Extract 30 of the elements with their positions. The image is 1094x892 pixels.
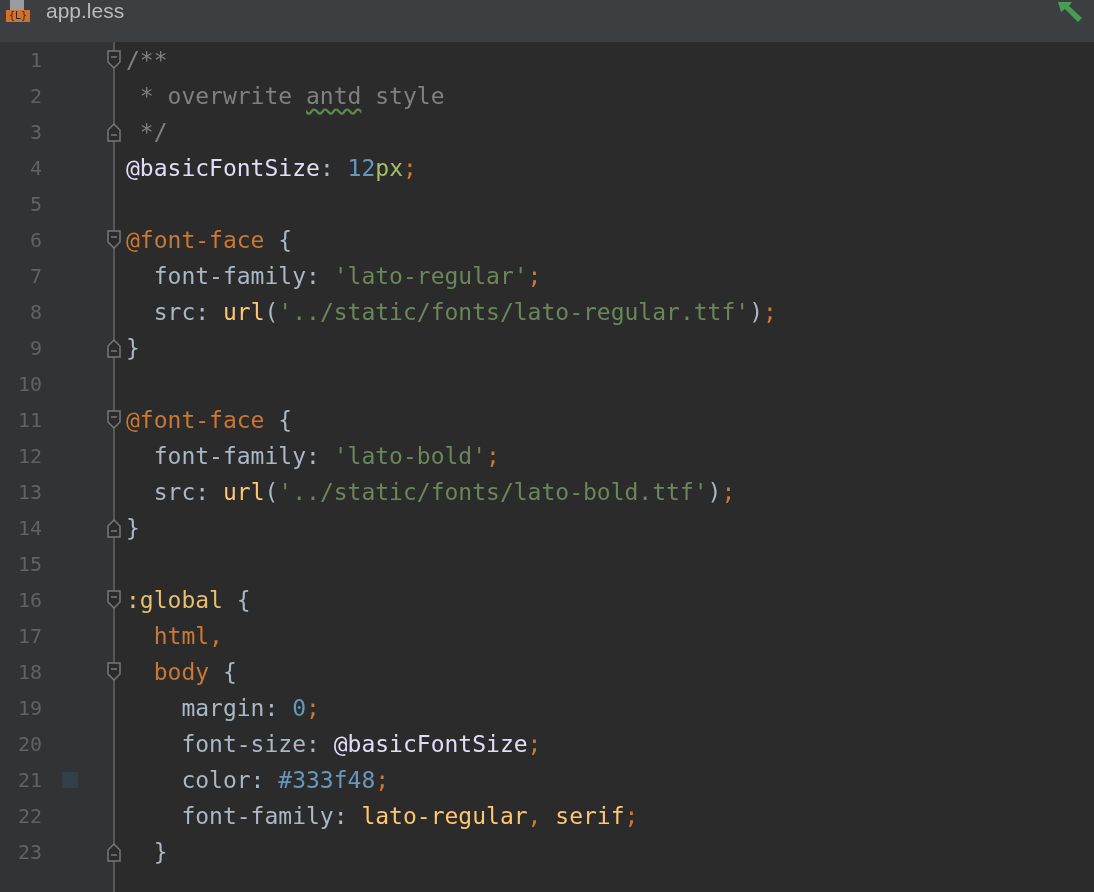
code-line: color: #333f48; [180,766,390,795]
code-line: */ [138,118,168,147]
fold-marker-icon[interactable] [107,661,121,683]
code-line: font-family: 'lato-bold'; [152,442,500,471]
code-line: margin: 0; [180,694,320,723]
code-line: @basicFontSize: 12px; [126,154,417,183]
fold-marker-icon[interactable] [107,589,121,611]
file-tab[interactable]: app.less [46,0,125,22]
code-line: } [126,334,140,363]
code-line: } [152,838,168,867]
code-line: @font-face { [126,226,293,255]
code-line: /** [126,46,168,75]
code-line: font-family: lato-regular, serif; [180,802,639,831]
code-line: src: url('../static/fonts/lato-regular.ttf'); [152,298,777,327]
code-line: @font-face { [126,406,293,435]
fold-marker-icon[interactable] [107,409,121,431]
fold-marker-icon[interactable] [107,49,121,71]
code-line: * overwrite antd style [138,82,445,111]
code-line: src: url('../static/fonts/lato-bold.ttf'); [152,478,736,507]
fold-marker-icon[interactable] [107,841,121,863]
fold-marker-icon[interactable] [107,337,121,359]
code-line: font-family: 'lato-regular'; [152,262,542,291]
fold-marker-icon[interactable] [107,229,121,251]
code-line: } [126,514,140,543]
code-line: font-size: @basicFontSize; [180,730,542,759]
fold-marker-icon[interactable] [107,517,121,539]
code-line: :global { [126,586,251,615]
fold-marker-icon[interactable] [107,121,121,143]
code-line: html, [152,622,223,651]
code-line: body { [152,658,237,687]
